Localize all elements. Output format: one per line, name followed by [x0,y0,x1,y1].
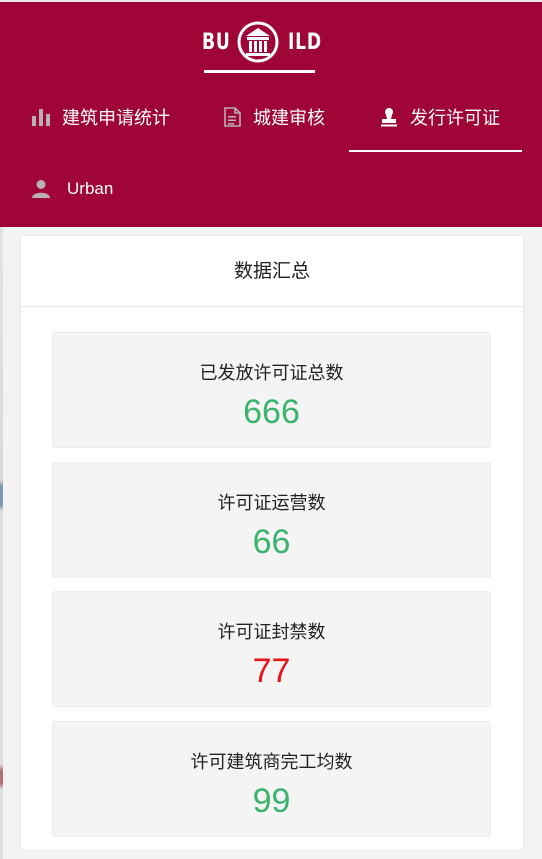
user-icon [31,179,51,199]
summary-card: 数据汇总 已发放许可证总数 666 许可证运营数 66 许可证封禁数 77 许可… [21,236,523,850]
active-tab-indicator [349,150,522,152]
stat-label: 许可建筑商完工均数 [190,752,353,773]
brand-logo[interactable]: BU ILD [202,20,321,76]
logo-underline [204,70,315,73]
document-icon [222,107,242,127]
stat-banned: 许可证封禁数 77 [52,591,491,707]
bar-chart-icon [31,107,51,127]
stat-label: 许可证运营数 [217,493,326,514]
stat-value: 666 [243,393,300,431]
stat-label: 已发放许可证总数 [199,363,344,384]
stat-value: 66 [252,523,291,561]
stat-builder-avg-completion: 许可建筑商完工均数 99 [52,721,491,837]
nav-item-user[interactable]: Urban [31,179,113,199]
brand-right-text: ILD [288,30,322,55]
stat-value: 77 [252,652,291,690]
nav-item-urban-review[interactable]: 城建审核 [222,104,325,130]
stat-total-issued: 已发放许可证总数 666 [52,332,491,448]
stamp-icon [379,107,399,127]
nav-label: 城建审核 [253,108,325,129]
nav-item-issue-permit[interactable]: 发行许可证 [379,104,500,130]
stat-label: 许可证封禁数 [217,622,326,643]
nav-label: 建筑申请统计 [62,108,170,129]
nav-label: 发行许可证 [410,108,500,129]
stat-value: 99 [252,782,291,820]
brand-left-text: BU [202,30,231,55]
summary-title: 数据汇总 [21,236,523,307]
top-header: BU ILD 建筑申请统计 城建审核 发行许可证 Urban [0,0,542,227]
temple-icon [237,21,279,63]
user-name: Urban [67,179,114,198]
stat-operating: 许可证运营数 66 [52,462,491,578]
nav-item-building-stats[interactable]: 建筑申请统计 [31,104,170,130]
page-edge [0,227,3,859]
